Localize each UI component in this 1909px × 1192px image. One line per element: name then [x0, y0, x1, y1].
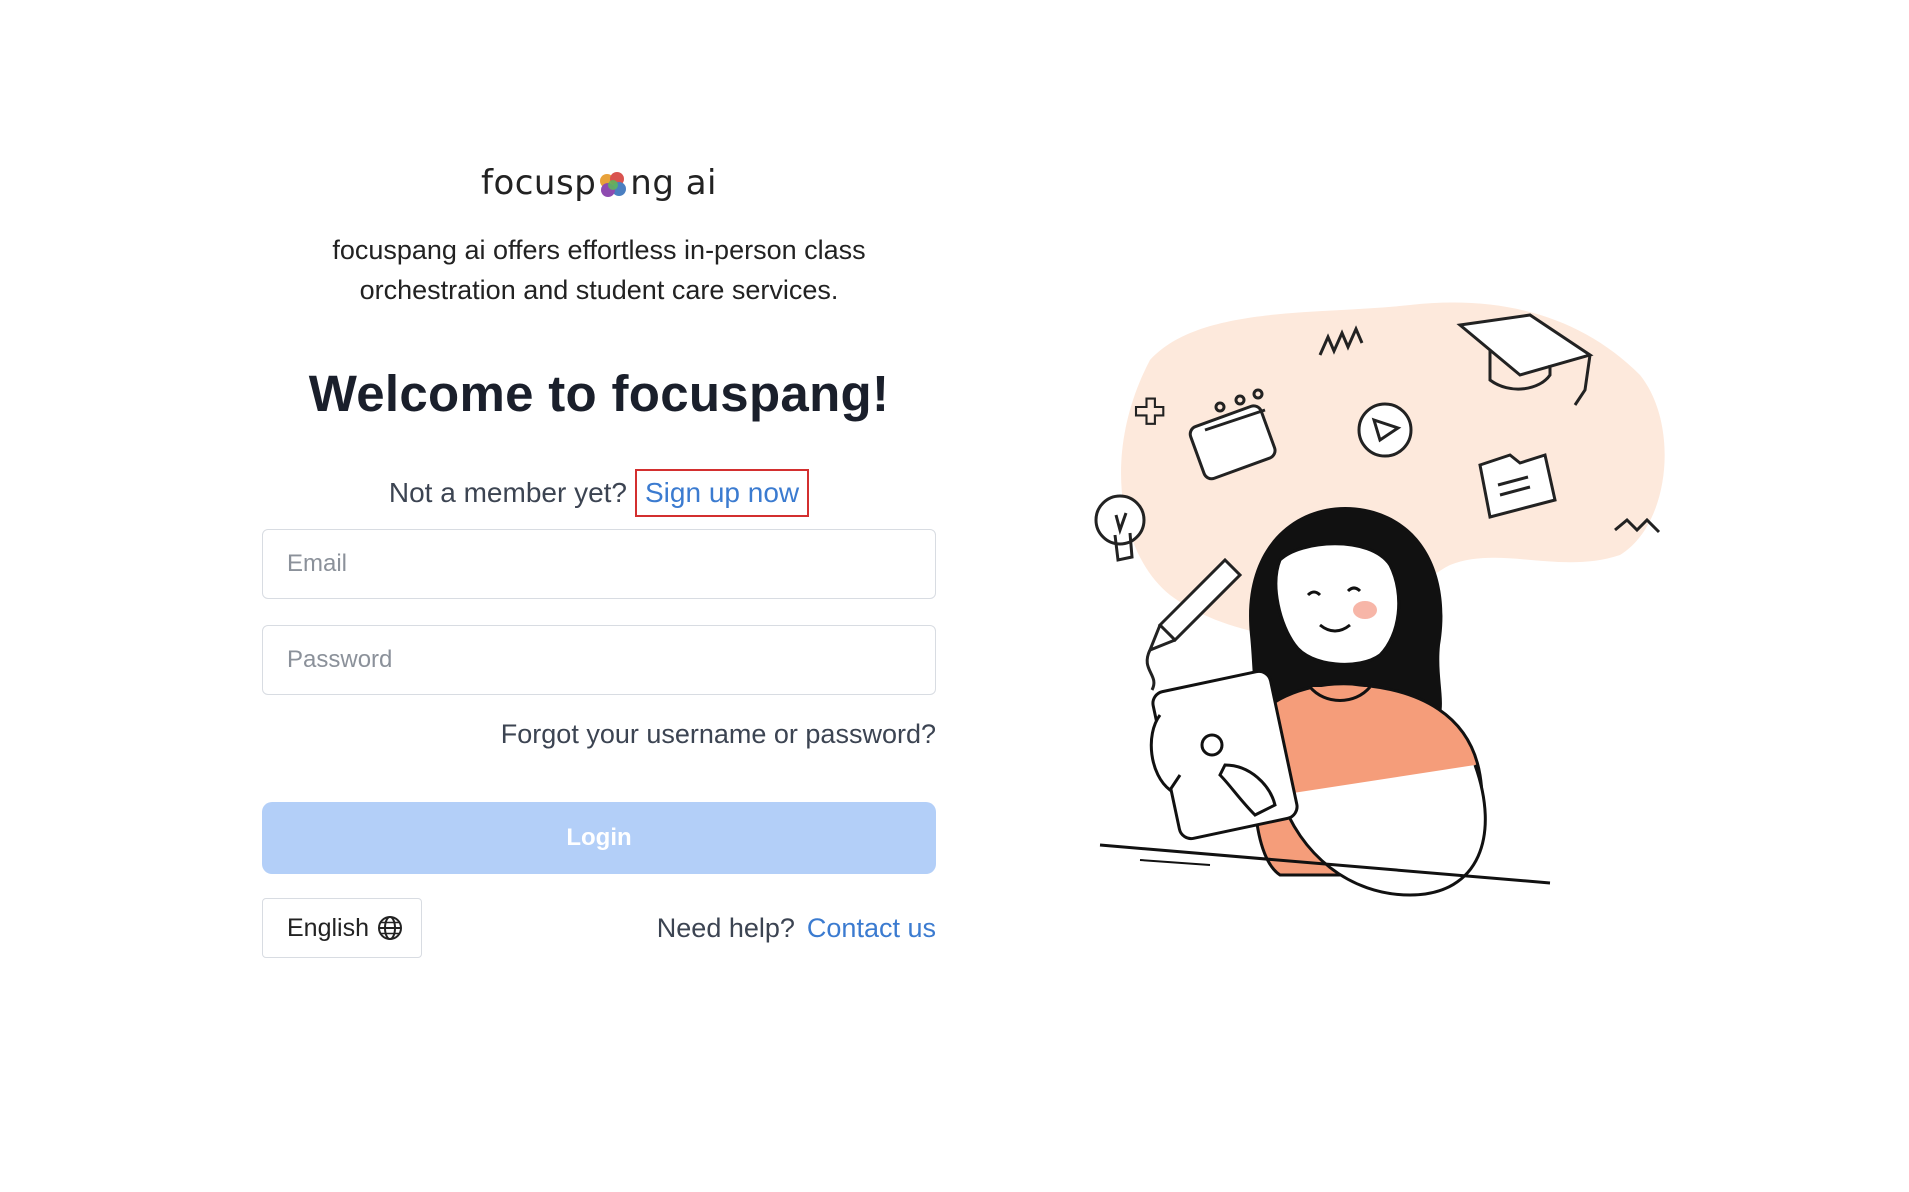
login-button[interactable]: Login [262, 802, 936, 874]
globe-icon [378, 916, 402, 940]
help-row: Need help? Contact us [657, 913, 936, 944]
student-illustration [1094, 302, 1665, 897]
language-label: English [287, 913, 369, 942]
footer-row: English Need help? Contact us [262, 898, 936, 958]
forgot-credentials-link[interactable]: Forgot your username or password? [262, 719, 936, 750]
signup-link[interactable]: Sign up now [635, 469, 810, 517]
tagline-line-1: focuspang ai offers effortless in-person… [332, 235, 866, 265]
login-panel: focusp ng ai focuspang ai offers effortl… [262, 160, 936, 958]
signup-row: Not a member yet? Sign up now [262, 469, 936, 517]
logo-text-after: ng ai [630, 163, 718, 203]
logo-wordmark: focusp ng ai [481, 163, 717, 203]
signup-prompt: Not a member yet? [388, 477, 627, 508]
password-input[interactable] [262, 625, 936, 695]
desk-line-accent [1139, 859, 1211, 866]
welcome-title: Welcome to focuspang! [308, 365, 890, 422]
tagline-line-2: orchestration and student care services. [359, 275, 839, 305]
contact-us-link[interactable]: Contact us [807, 913, 936, 944]
girl-face [1274, 542, 1401, 666]
email-input[interactable] [262, 529, 936, 599]
help-prompt: Need help? [656, 912, 795, 943]
language-selector[interactable]: English [262, 898, 422, 958]
brain-icon [600, 172, 627, 197]
girl-cheek [1353, 601, 1377, 619]
tagline: focuspang ai offers effortless in-person… [262, 230, 936, 310]
logo: focusp ng ai [262, 160, 936, 206]
play-icon [1357, 402, 1413, 458]
logo-text-before: focusp [480, 163, 597, 203]
